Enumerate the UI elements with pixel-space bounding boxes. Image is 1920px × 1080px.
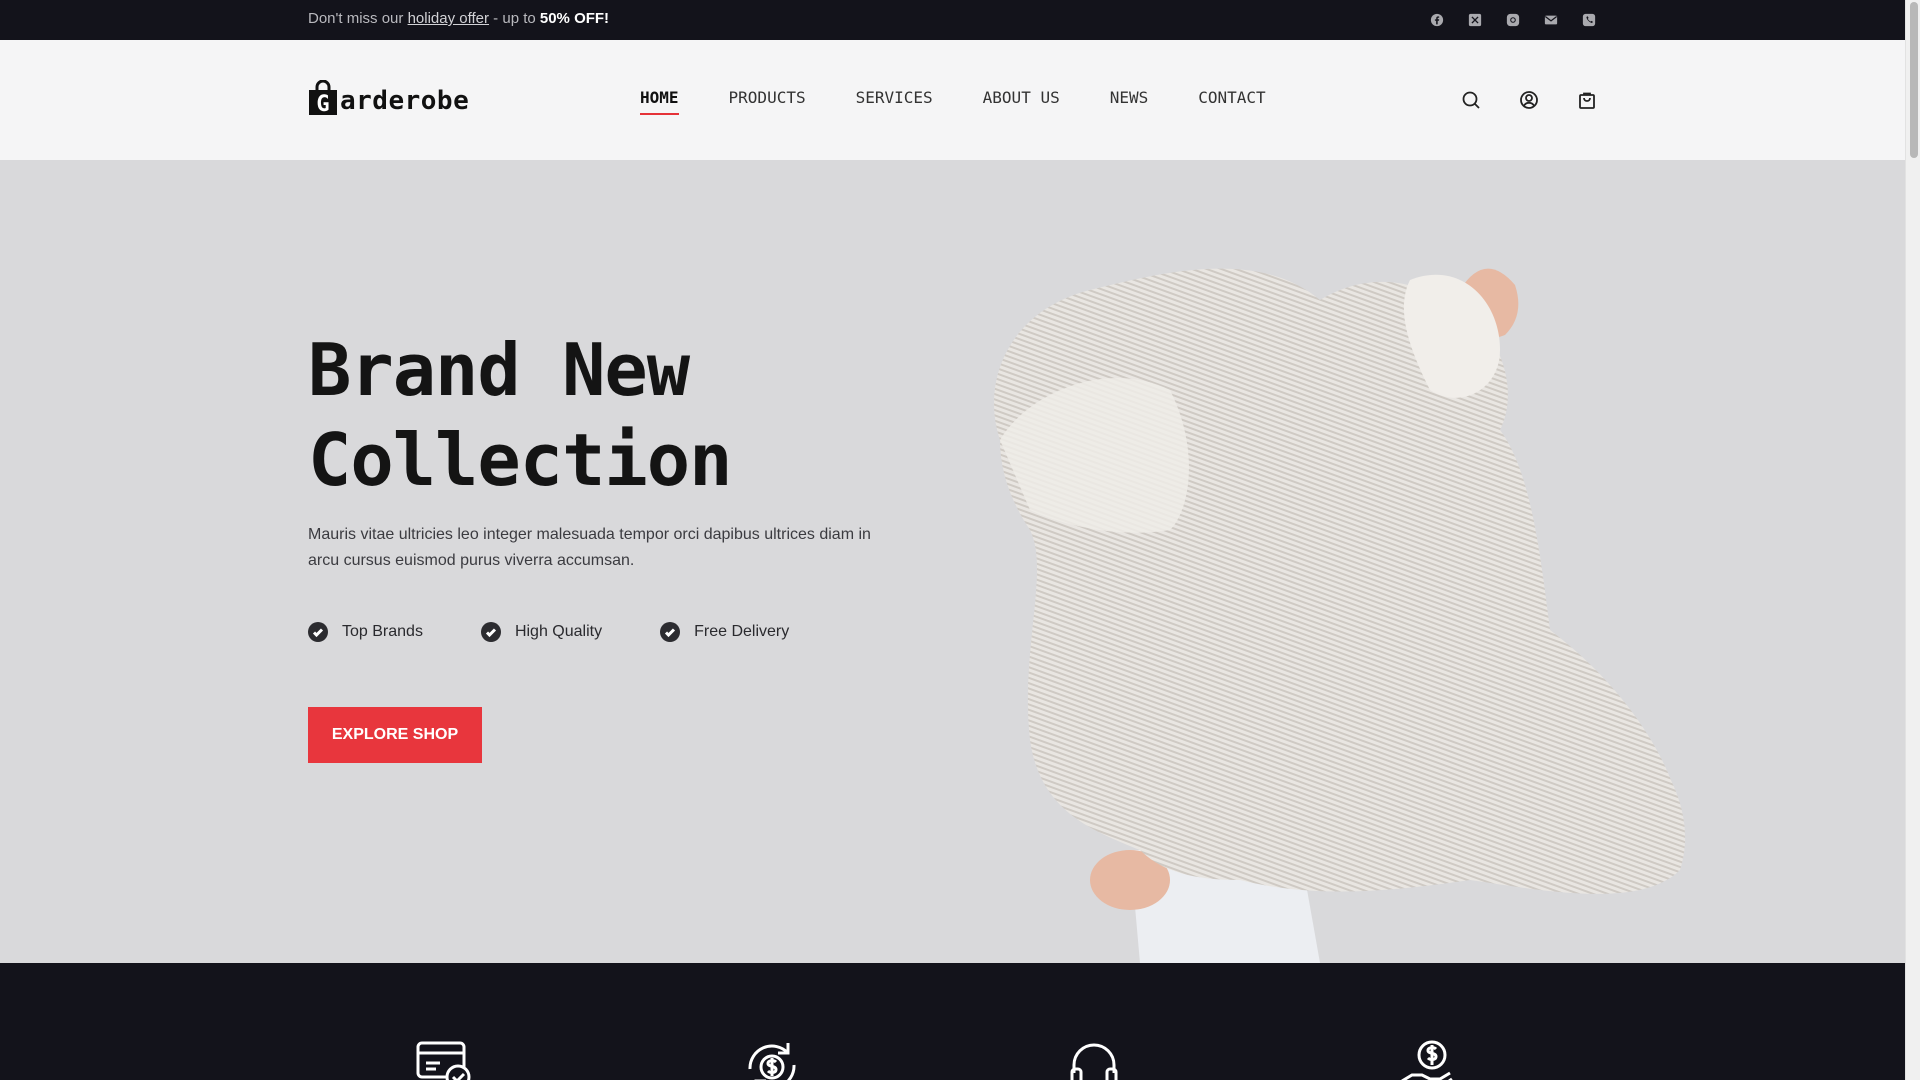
hero-features: Top Brands High Quality Free Delivery bbox=[308, 622, 789, 642]
instagram-icon[interactable] bbox=[1505, 12, 1521, 28]
feature-top-brands: Top Brands bbox=[308, 622, 423, 642]
nav-about-us[interactable]: ABOUT US bbox=[983, 88, 1060, 115]
money-return-icon bbox=[742, 1037, 802, 1080]
hero-title-line-2: Collection bbox=[308, 418, 732, 502]
site-header: G arderobe HOME PRODUCTS SERVICES ABOUT … bbox=[0, 40, 1905, 160]
promo-mid: - up to bbox=[489, 10, 540, 27]
nav-home[interactable]: HOME bbox=[640, 88, 679, 115]
nav-services[interactable]: SERVICES bbox=[856, 88, 933, 115]
check-circle-icon bbox=[660, 622, 681, 642]
scrollbar-thumb[interactable] bbox=[1910, 2, 1918, 158]
header-actions bbox=[1461, 90, 1597, 110]
services-band bbox=[0, 963, 1905, 1080]
nav-products[interactable]: PRODUCTS bbox=[729, 88, 806, 115]
hero-title: Brand New Collection bbox=[308, 325, 732, 505]
main-nav: HOME PRODUCTS SERVICES ABOUT US NEWS CON… bbox=[640, 88, 1316, 115]
payment-card-icon bbox=[414, 1037, 474, 1080]
hand-money-icon bbox=[1398, 1037, 1458, 1080]
hero-title-line-1: Brand New bbox=[308, 328, 690, 412]
cart-icon[interactable] bbox=[1577, 90, 1597, 110]
page-scrollbar[interactable] bbox=[1905, 0, 1920, 1080]
hero-section: Brand New Collection Mauris vitae ultric… bbox=[0, 160, 1905, 963]
feature-free-delivery: Free Delivery bbox=[660, 622, 789, 642]
logo[interactable]: G arderobe bbox=[308, 79, 470, 117]
feature-high-quality: High Quality bbox=[480, 622, 603, 642]
social-links bbox=[1429, 12, 1597, 28]
explore-shop-button[interactable]: EXPLORE SHOP bbox=[308, 707, 482, 763]
check-circle-icon bbox=[480, 622, 501, 642]
holiday-offer-link[interactable]: holiday offer bbox=[408, 10, 489, 27]
headset-support-icon bbox=[1064, 1037, 1124, 1080]
hero-description: Mauris vitae ultricies leo integer males… bbox=[308, 526, 871, 569]
search-icon[interactable] bbox=[1461, 90, 1481, 110]
promo-discount: 50% OFF! bbox=[539, 10, 610, 27]
logo-text: arderobe bbox=[340, 86, 470, 116]
nav-contact[interactable]: CONTACT bbox=[1198, 88, 1265, 115]
sweater-model-image bbox=[994, 268, 1686, 963]
mail-icon[interactable] bbox=[1543, 12, 1559, 28]
feature-label: Top Brands bbox=[342, 623, 423, 640]
nav-news[interactable]: NEWS bbox=[1110, 88, 1149, 115]
phone-icon[interactable] bbox=[1581, 12, 1597, 28]
feature-label: High Quality bbox=[514, 623, 603, 640]
facebook-icon[interactable] bbox=[1429, 12, 1445, 28]
user-icon[interactable] bbox=[1519, 90, 1539, 110]
promo-text: Don't miss our holiday offer - up to 50%… bbox=[308, 10, 609, 27]
logo-letter: G bbox=[316, 92, 329, 116]
promo-prefix: Don't miss our bbox=[308, 10, 408, 27]
feature-label: Free Delivery bbox=[694, 623, 790, 640]
top-bar: Don't miss our holiday offer - up to 50%… bbox=[0, 0, 1905, 40]
check-circle-icon bbox=[308, 622, 328, 642]
x-icon[interactable] bbox=[1467, 12, 1483, 28]
shopping-bag-logo-icon: G bbox=[308, 79, 338, 117]
